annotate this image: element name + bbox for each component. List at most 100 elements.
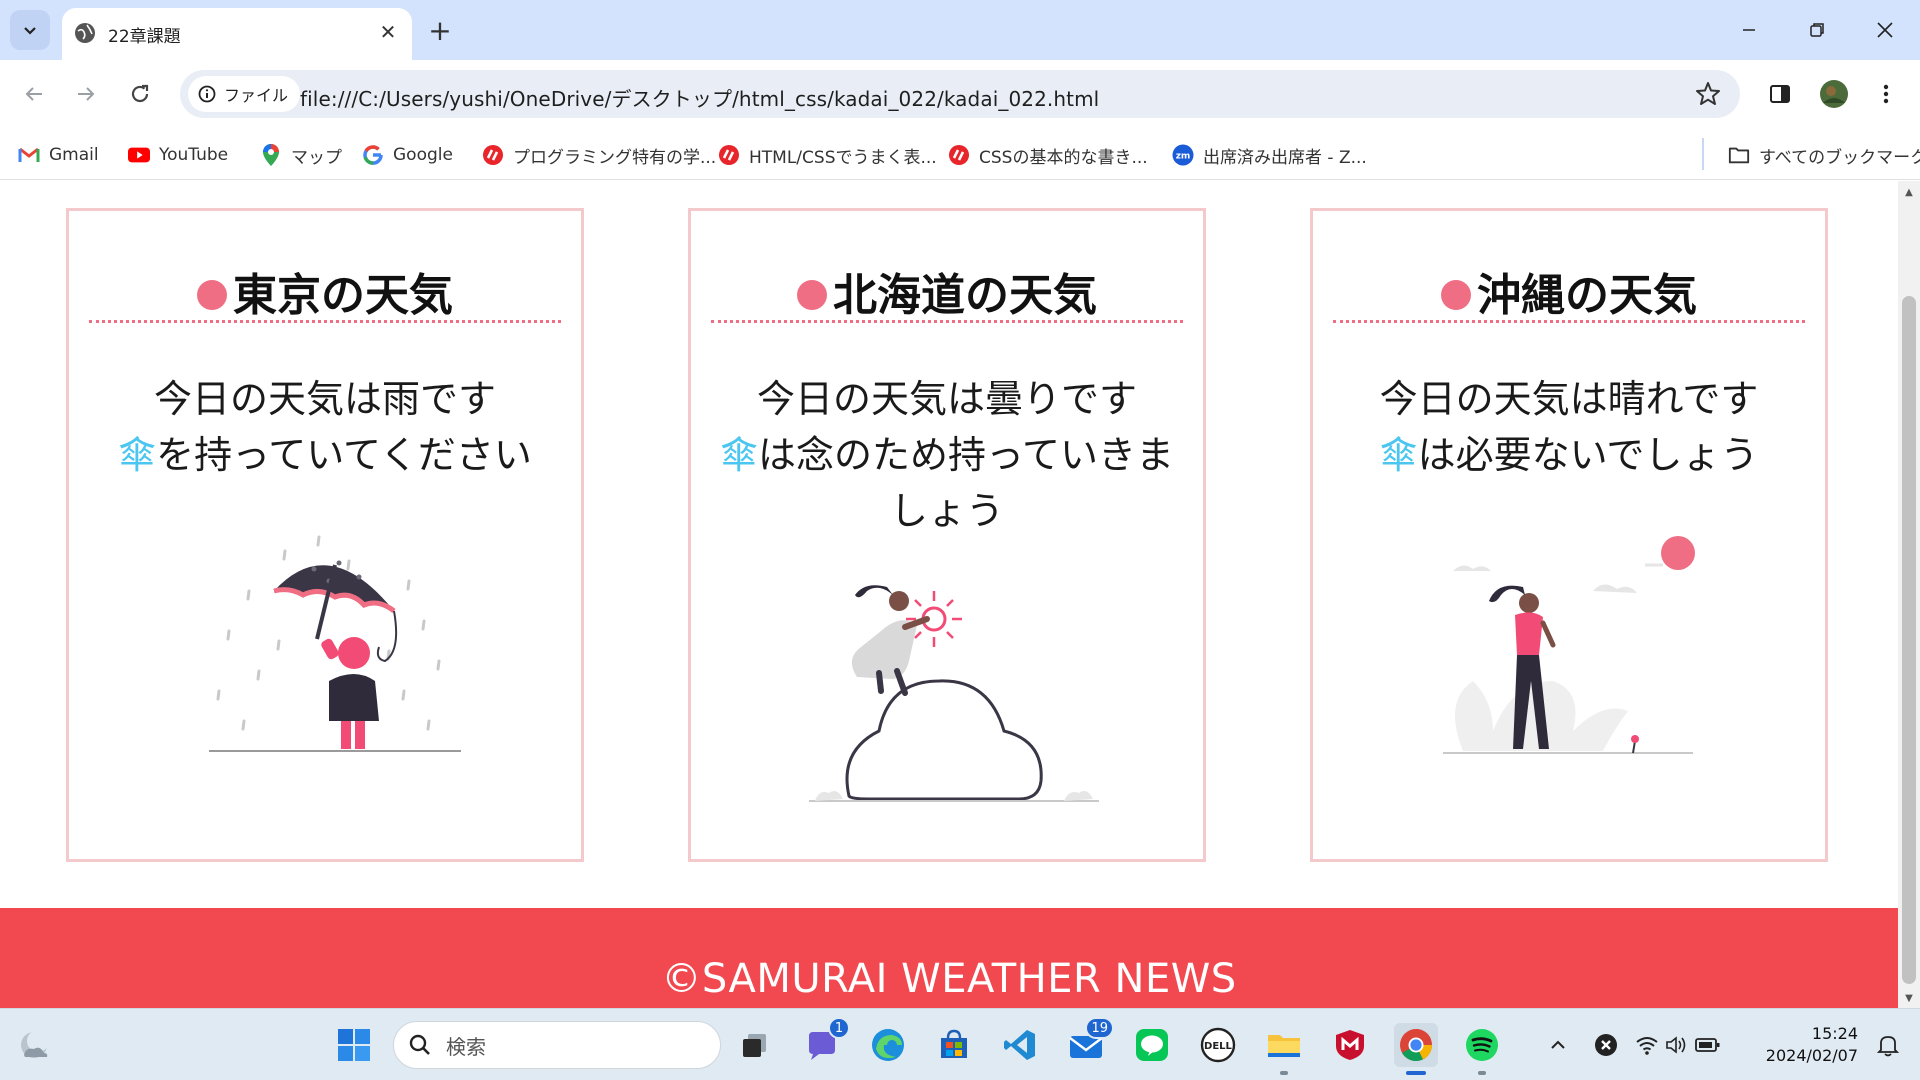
desc-line-2-text: を持っていてください [156,433,532,477]
line-button[interactable] [1130,1023,1174,1067]
bookmark-samurai-2[interactable]: HTML/CSSでうまく表... [718,140,937,170]
task-view-button[interactable] [733,1023,777,1067]
google-icon [362,144,384,166]
bookmark-star-icon[interactable] [1694,80,1722,108]
teams-badge: 1 [828,1017,850,1039]
bookmark-maps[interactable]: マップ [260,140,342,170]
zoom-icon: zm [1172,144,1194,166]
desc-line-2: 傘は念のため持っていきま [711,427,1183,483]
store-button[interactable] [932,1023,976,1067]
folder-icon [1728,144,1750,166]
reload-button[interactable] [120,74,160,114]
bookmark-label: プログラミング特有の学... [513,147,717,168]
quick-settings-button[interactable] [1630,1023,1726,1067]
weather-widget[interactable] [12,1023,56,1067]
spotify-button[interactable] [1460,1023,1504,1075]
task-view-icon [743,1034,766,1057]
search-icon [409,1034,430,1055]
bookmark-gmail[interactable]: Gmail [18,140,99,170]
chevron-down-icon [24,27,36,35]
site-info-chip[interactable]: ファイル [188,76,301,112]
desc-line-2: 傘を持っていてください [89,427,561,483]
scroll-up-arrow-icon[interactable]: ▲ [1903,187,1915,198]
restore-icon [1810,23,1824,37]
forward-button[interactable] [66,74,106,114]
taskbar-clock[interactable]: 15:24 2024/02/07 [1766,1023,1858,1067]
globe-icon [75,23,95,43]
dell-button[interactable]: DELL [1196,1023,1240,1067]
mail-button[interactable]: 19 [1064,1017,1114,1067]
arrow-right-icon [78,87,95,101]
desc-line-1: 今日の天気は晴れです [1379,377,1759,421]
file-explorer-button[interactable] [1262,1023,1306,1075]
scrollbar-thumb[interactable] [1902,296,1916,984]
menu-button[interactable] [1866,74,1906,114]
bookmark-samurai-1[interactable]: プログラミング特有の学... [482,140,716,170]
samurai-icon [482,144,504,166]
close-window-button[interactable] [1862,10,1908,50]
title-dot [797,280,827,310]
url-text[interactable]: file:///C:/Users/yushi/OneDrive/デスクトップ/h… [300,83,1099,112]
cloud-sun-illustration [809,585,1099,802]
minimize-button[interactable] [1726,10,1772,50]
all-bookmarks-folder[interactable]: すべてのブックマーク [1728,140,1920,170]
maps-icon [260,144,282,166]
svg-text:DELL: DELL [1204,1041,1233,1052]
notification-button[interactable] [1870,1023,1906,1067]
tray-app-button[interactable] [1584,1023,1628,1067]
edge-button[interactable] [866,1023,910,1067]
bookmark-google[interactable]: Google [362,140,453,170]
new-tab-button[interactable]: + [424,14,456,47]
side-panel-icon [1770,85,1790,103]
umbrella-char: 傘 [118,433,157,477]
bookmark-zoom[interactable]: zm 出席済み出席者 - Z... [1172,140,1367,170]
bookmark-label: Gmail [49,145,99,165]
spotify-icon [1466,1029,1498,1061]
close-tab-icon[interactable]: ✕ [376,20,400,44]
battery-icon [1695,1038,1720,1052]
chevron-up-icon [1551,1040,1565,1049]
mail-badge: 19 [1085,1017,1114,1039]
taskbar-search[interactable]: 検索 [393,1021,721,1069]
tab-strip: 22章課題 ✕ + [0,0,1920,60]
weather-card-hokkaido: 北海道の天気 今日の天気は曇りです 傘は念のため持っていきま しょう [688,208,1206,862]
tab-search-button[interactable] [10,10,50,50]
edge-icon [872,1029,904,1061]
start-button[interactable] [332,1023,376,1067]
profile-avatar[interactable] [1814,74,1854,114]
running-indicator [1406,1071,1426,1075]
desc-line-2-text: は念のため持っていきま [757,433,1175,477]
back-button[interactable] [14,74,54,114]
chrome-button[interactable] [1394,1023,1438,1075]
moon-cloud-icon [21,1030,49,1058]
address-bar[interactable]: ファイル file:///C:/Users/yushi/OneDrive/デスク… [180,70,1740,118]
footer-copyright: ©SAMURAI WEATHER NEWS [661,956,1237,1002]
bookmark-label: HTML/CSSでうまく表... [749,147,937,168]
umbrella-char: 傘 [719,433,758,477]
bookmark-label: 出席済み出席者 - Z... [1203,147,1367,168]
info-icon [198,85,216,103]
vscode-button[interactable] [998,1023,1042,1067]
file-chip-label: ファイル [224,86,289,105]
bookmarks-folder-label: すべてのブックマーク [1759,147,1920,168]
clock-date: 2024/02/07 [1765,1046,1858,1065]
show-hidden-icons-button[interactable] [1536,1023,1580,1067]
restore-button[interactable] [1794,10,1840,50]
side-panel-button[interactable] [1760,74,1800,114]
card-title-text: 沖縄の天気 [1477,270,1697,321]
card-title: 東京の天気 [89,259,561,323]
desc-line-1: 今日の天気は雨です [153,377,496,421]
weather-card-okinawa: 沖縄の天気 今日の天気は晴れです 傘は必要ないでしょう [1310,208,1828,862]
bookmark-label: マップ [291,147,342,168]
mcafee-button[interactable] [1328,1023,1372,1067]
page-scrollbar[interactable]: ▲ ▼ [1898,181,1920,1008]
active-tab[interactable]: 22章課題 ✕ [62,8,412,60]
search-placeholder: 検索 [446,1034,486,1059]
avatar [1820,80,1848,108]
bookmark-samurai-3[interactable]: CSSの基本的な書き... [948,140,1148,170]
card-title: 沖縄の天気 [1333,259,1805,323]
arrow-left-icon [25,87,42,101]
scroll-down-arrow-icon[interactable]: ▼ [1903,993,1915,1004]
bookmark-youtube[interactable]: YouTube [128,140,228,170]
teams-chat-button[interactable]: 1 [800,1017,850,1067]
